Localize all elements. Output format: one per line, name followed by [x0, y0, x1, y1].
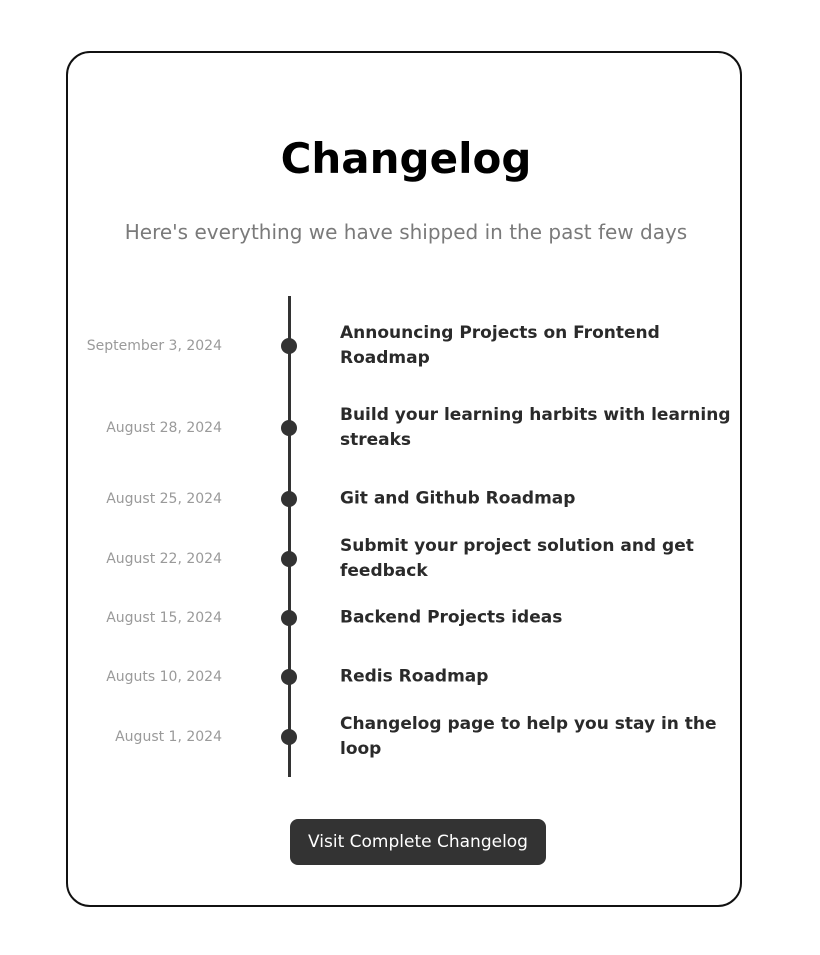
- timeline-dot-icon: [281, 551, 297, 567]
- entry-date: August 1, 2024: [115, 729, 222, 745]
- entry-date: August 28, 2024: [106, 420, 222, 436]
- timeline-dot-icon: [281, 669, 297, 685]
- entry-title[interactable]: Backend Projects ideas: [340, 606, 740, 631]
- timeline-line: [288, 296, 291, 777]
- timeline-dot-icon: [281, 491, 297, 507]
- entry-date: September 3, 2024: [86, 338, 222, 354]
- page-title: Changelog: [280, 134, 532, 183]
- entry-title[interactable]: Git and Github Roadmap: [340, 487, 740, 512]
- timeline-dot-icon: [281, 338, 297, 354]
- entry-date: August 15, 2024: [106, 610, 222, 626]
- entry-title[interactable]: Redis Roadmap: [340, 665, 740, 690]
- entry-title[interactable]: Changelog page to help you stay in the l…: [340, 712, 740, 762]
- entry-title[interactable]: Build your learning harbits with learnin…: [340, 403, 740, 453]
- entry-date: August 25, 2024: [106, 491, 222, 507]
- changelog-card: Changelog Here's everything we have ship…: [66, 51, 742, 907]
- timeline-dot-icon: [281, 420, 297, 436]
- page-subtitle: Here's everything we have shipped in the…: [124, 220, 688, 244]
- entry-date: August 22, 2024: [106, 551, 222, 567]
- timeline-dot-icon: [281, 729, 297, 745]
- entry-title[interactable]: Announcing Projects on Frontend Roadmap: [340, 321, 740, 371]
- entry-date: Auguts 10, 2024: [106, 669, 222, 685]
- visit-complete-changelog-button[interactable]: Visit Complete Changelog: [290, 819, 546, 865]
- timeline-dot-icon: [281, 610, 297, 626]
- entry-title[interactable]: Submit your project solution and get fee…: [340, 534, 740, 584]
